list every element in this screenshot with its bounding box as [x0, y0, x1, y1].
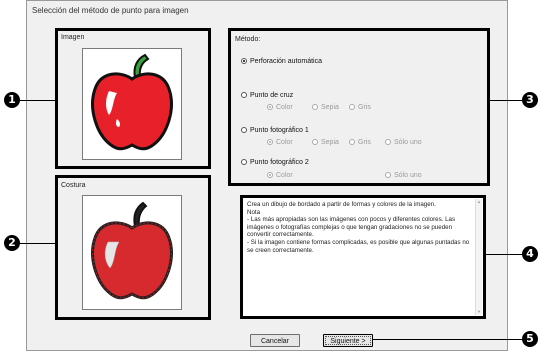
option-cross-stitch-label: Punto de cruz: [250, 92, 294, 99]
radio-icon: [241, 58, 247, 65]
option-photo-stitch-2-label: Punto fotográfico 2: [250, 159, 309, 166]
scroll-up-icon[interactable]: ▲: [476, 199, 482, 205]
description-line: - Si la imagen contiene formas complicad…: [247, 238, 470, 254]
option-auto-punch-label: Perforación automática: [250, 58, 322, 65]
radio-icon: [267, 139, 273, 146]
stitch-panel-label: Costura: [61, 182, 86, 189]
description-line: - Las más apropiadas son las imágenes co…: [247, 216, 456, 239]
photo2-single: Sólo uno: [385, 172, 422, 179]
embroidered-apple-image: [91, 201, 173, 300]
radio-icon: [349, 139, 355, 146]
method-panel: Método: Perforación automática Punto de …: [228, 28, 490, 186]
stitch-preview: [82, 195, 182, 310]
photo2-color: Color: [267, 172, 293, 179]
radio-icon: [385, 172, 391, 179]
description-line: Nota: [247, 208, 261, 216]
radio-icon: [349, 104, 355, 111]
callout-5-badge: 5: [522, 331, 538, 347]
next-button[interactable]: Siguiente >: [323, 334, 373, 347]
callout-2-badge: 2: [4, 235, 20, 251]
photo1-color: Color: [267, 139, 293, 146]
callout-5-leader: [372, 339, 523, 340]
callout-1-badge: 1: [4, 92, 20, 108]
description-line: Crea un dibujo de bordado a partir de fo…: [247, 201, 436, 208]
radio-icon: [312, 104, 318, 111]
radio-icon: [312, 139, 318, 146]
radio-icon: [241, 92, 247, 99]
option-cross-stitch[interactable]: Punto de cruz: [241, 92, 293, 99]
radio-icon: [267, 104, 273, 111]
photo1-single: Sólo uno: [385, 139, 422, 146]
callout-3-badge: 3: [522, 92, 538, 108]
dialog-title: Selección del método de punto para image…: [32, 6, 189, 15]
source-image: [82, 48, 182, 160]
method-label: Método:: [235, 36, 261, 43]
cross-stitch-sepia: Sepia: [312, 104, 339, 111]
option-photo-stitch-1-label: Punto fotográfico 1: [250, 127, 309, 134]
cross-stitch-color: Color: [267, 104, 293, 111]
cross-stitch-gray: Gris: [349, 104, 371, 111]
description-scrollbar[interactable]: ▲ ▼: [475, 199, 482, 315]
description-box[interactable]: Crea un dibujo de bordado a partir de fo…: [240, 195, 486, 319]
radio-icon: [241, 159, 247, 166]
scroll-down-icon[interactable]: ▼: [476, 309, 482, 315]
option-auto-punch[interactable]: Perforación automática: [241, 58, 322, 65]
option-photo-stitch-2[interactable]: Punto fotográfico 2: [241, 159, 309, 166]
photo1-sepia: Sepia: [312, 139, 339, 146]
image-panel-label: Imagen: [61, 34, 85, 41]
radio-icon: [267, 172, 273, 179]
callout-4-leader: [485, 254, 523, 255]
callout-1-leader: [20, 100, 56, 101]
callout-2-leader: [20, 243, 56, 244]
apple-image: [91, 53, 173, 151]
option-photo-stitch-1[interactable]: Punto fotográfico 1: [241, 127, 309, 134]
stitch-panel: Costura: [55, 175, 211, 320]
radio-icon: [241, 127, 247, 134]
photo1-gray: Gris: [349, 139, 371, 146]
radio-icon: [385, 139, 391, 146]
cancel-button[interactable]: Cancelar: [250, 334, 300, 347]
callout-3-leader: [489, 100, 523, 101]
image-panel: Imagen: [55, 28, 211, 169]
callout-4-badge: 4: [522, 246, 538, 262]
